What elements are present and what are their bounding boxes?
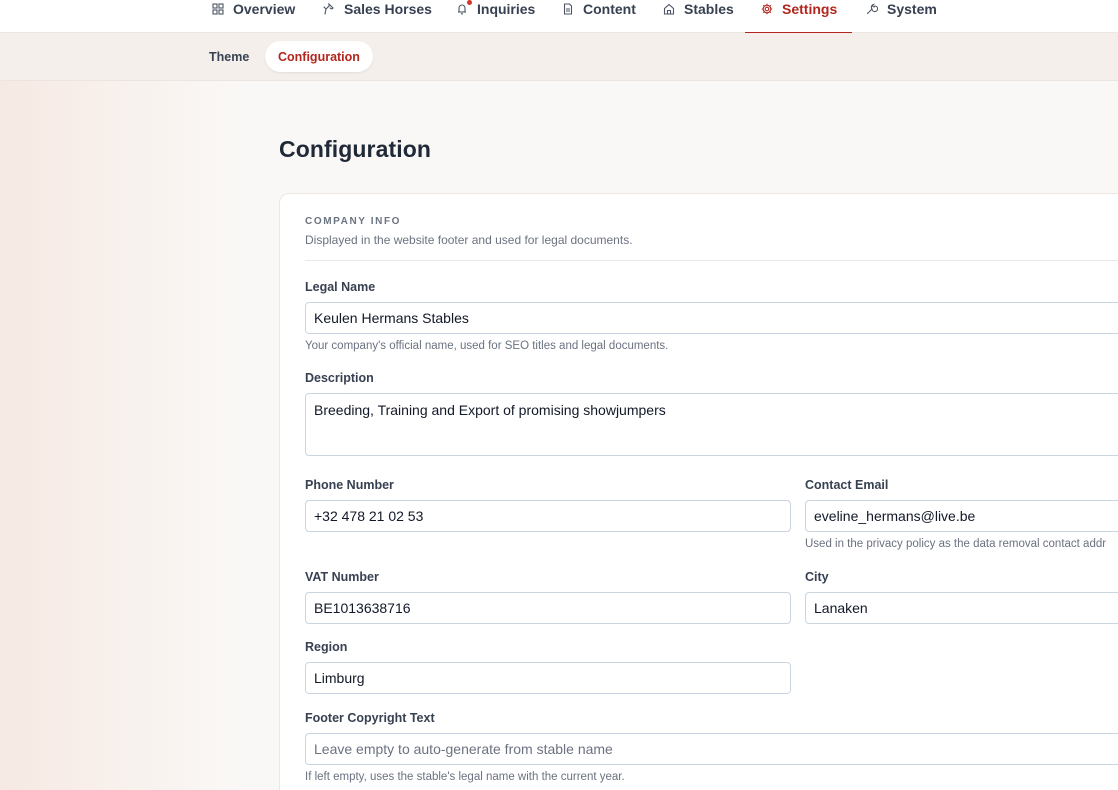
gear-icon [761, 3, 773, 15]
region-input[interactable] [305, 662, 791, 694]
nav-item-stables[interactable]: Stables [663, 0, 734, 33]
footer-copyright-label: Footer Copyright Text [305, 711, 435, 725]
section-title: COMPANY INFO [305, 216, 402, 227]
legal-name-help: Your company's official name, used for S… [305, 340, 669, 352]
city-label: City [805, 570, 829, 584]
document-icon [563, 3, 573, 15]
nav-item-settings[interactable]: Settings [744, 0, 853, 34]
section-description: Displayed in the website footer and used… [305, 233, 633, 247]
vat-number-input[interactable] [305, 592, 791, 624]
top-navigation: Overview Sales Horses Inquiries Content … [0, 0, 1118, 34]
vat-number-label: VAT Number [305, 570, 379, 584]
phone-number-input[interactable] [305, 500, 791, 532]
bell-icon [458, 4, 466, 15]
horse-icon [323, 3, 334, 15]
description-textarea[interactable]: Breeding, Training and Export of promisi… [305, 393, 1118, 456]
legal-name-input[interactable] [305, 302, 1118, 334]
tab-configuration[interactable]: Configuration [265, 41, 373, 72]
contact-email-help: Used in the privacy policy as the data r… [805, 538, 1107, 550]
tab-label: Configuration [278, 49, 360, 64]
background-gradient [0, 0, 240, 790]
nav-item-label: System [887, 1, 937, 17]
footer-copyright-input[interactable] [305, 733, 1118, 765]
nav-item-content[interactable]: Content [562, 0, 636, 33]
nav-item-system[interactable]: System [866, 0, 937, 33]
notification-dot [467, 0, 472, 5]
contact-email-label: Contact Email [805, 478, 889, 492]
legal-name-label: Legal Name [305, 280, 376, 294]
nav-item-label: Inquiries [477, 1, 536, 17]
phone-number-label: Phone Number [305, 478, 394, 492]
tab-label: Theme [209, 49, 250, 64]
footer-copyright-help: If left empty, uses the stable's legal n… [305, 771, 625, 783]
home-icon [663, 3, 675, 15]
nav-item-sales-horses[interactable]: Sales Horses [323, 0, 432, 33]
tab-theme[interactable]: Theme [196, 41, 262, 72]
page-title: Configuration [279, 136, 432, 162]
wrench-icon [866, 3, 878, 15]
description-label: Description [305, 371, 374, 385]
region-label: Region [305, 640, 348, 654]
city-input[interactable] [805, 592, 1118, 624]
contact-email-input[interactable] [805, 500, 1118, 532]
company-info-card: COMPANY INFO Displayed in the website fo… [279, 193, 1118, 790]
nav-item-label: Content [583, 1, 636, 17]
nav-item-label: Settings [782, 1, 838, 17]
nav-item-label: Stables [684, 1, 734, 17]
nav-item-label: Overview [233, 1, 296, 17]
sub-navigation: Theme Configuration [0, 33, 1118, 81]
nav-item-inquiries[interactable]: Inquiries [456, 0, 535, 33]
nav-item-overview[interactable]: Overview [212, 0, 295, 33]
grid-icon [212, 3, 224, 15]
nav-item-label: Sales Horses [344, 1, 432, 17]
section-divider [305, 260, 1118, 261]
